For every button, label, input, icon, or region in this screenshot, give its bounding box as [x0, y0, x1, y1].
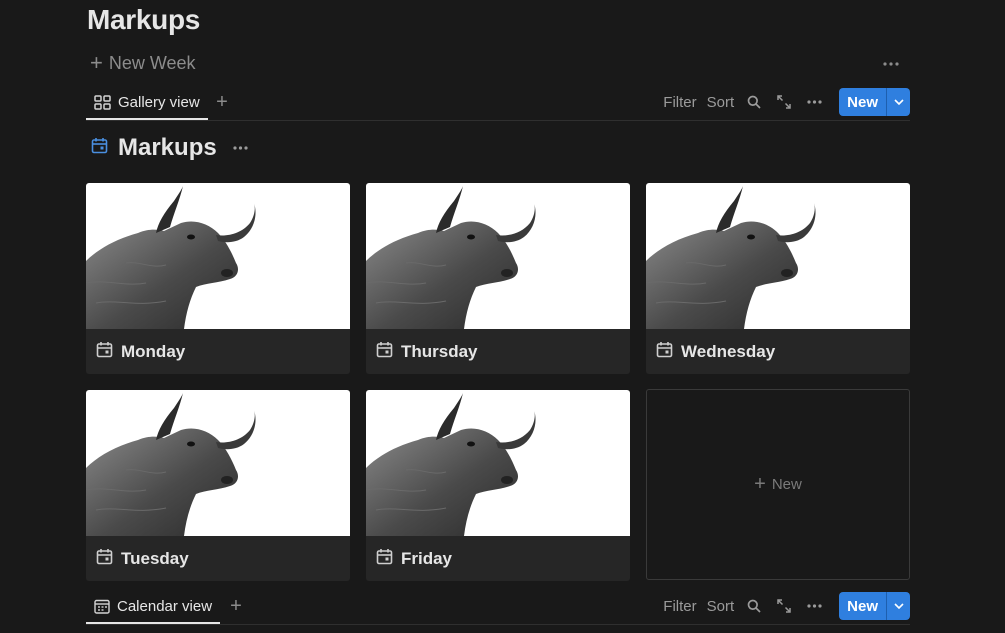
chevron-down-icon[interactable]	[886, 88, 910, 116]
card-title: Friday	[366, 536, 630, 581]
new-week-button[interactable]: + New Week	[90, 52, 196, 74]
add-view-icon[interactable]: +	[226, 596, 246, 616]
new-card-label: New	[771, 476, 802, 493]
card-label: Friday	[401, 548, 453, 568]
gallery-card[interactable]: Wednesday	[646, 183, 910, 374]
view-bar-calendar: Calendar view + Filter Sort New	[86, 590, 910, 625]
card-label: Monday	[121, 341, 186, 361]
view-toolbar: Filter Sort New	[658, 592, 910, 620]
gallery-card[interactable]: Monday	[86, 183, 350, 374]
gallery-icon	[94, 94, 111, 110]
more-icon[interactable]	[799, 88, 829, 116]
tab-label: Calendar view	[117, 597, 213, 615]
calendar-view-icon	[94, 599, 110, 614]
database-title[interactable]: Markups	[118, 134, 217, 162]
card-title: Wednesday	[646, 329, 910, 374]
card-label: Tuesday	[121, 548, 189, 568]
search-icon[interactable]	[739, 88, 769, 116]
plus-icon: +	[90, 50, 103, 75]
more-icon[interactable]	[799, 592, 829, 620]
database-header: Markups	[91, 132, 248, 164]
tab-calendar-view[interactable]: Calendar view	[86, 590, 221, 624]
expand-icon[interactable]	[769, 592, 799, 620]
card-label: Thursday	[401, 341, 478, 361]
view-toolbar: Filter Sort New	[658, 88, 910, 116]
filter-button[interactable]: Filter	[658, 94, 701, 111]
new-button[interactable]: New	[839, 592, 910, 620]
tab-gallery-view[interactable]: Gallery view	[86, 86, 208, 120]
card-title: Tuesday	[86, 536, 350, 581]
filter-button[interactable]: Filter	[658, 598, 701, 615]
new-button[interactable]: New	[839, 88, 910, 116]
view-bar-gallery: Gallery view + Filter Sort New	[86, 86, 910, 121]
new-button-label[interactable]: New	[839, 592, 886, 620]
gallery-card[interactable]: Tuesday	[86, 390, 350, 581]
search-icon[interactable]	[739, 592, 769, 620]
calendar-icon	[91, 137, 108, 159]
calendar-icon	[376, 548, 393, 570]
card-label: Wednesday	[681, 341, 776, 361]
new-button-label[interactable]: New	[839, 88, 886, 116]
new-week-label: New Week	[108, 52, 196, 73]
calendar-icon	[376, 341, 393, 363]
page-title: Markups	[87, 4, 201, 35]
more-options-icon[interactable]	[880, 54, 902, 74]
card-cover-image	[646, 183, 910, 329]
card-cover-image	[366, 390, 630, 536]
add-view-icon[interactable]: +	[212, 92, 232, 112]
card-title: Thursday	[366, 329, 630, 374]
sort-button[interactable]: Sort	[702, 598, 740, 615]
gallery-card[interactable]: Thursday	[366, 183, 630, 374]
expand-icon[interactable]	[769, 88, 799, 116]
card-cover-image	[86, 390, 350, 536]
new-card-button[interactable]: + New	[646, 389, 910, 580]
more-icon[interactable]	[233, 146, 248, 150]
card-title: Monday	[86, 329, 350, 374]
plus-icon: +	[754, 473, 766, 495]
calendar-icon	[96, 548, 113, 570]
chevron-down-icon[interactable]	[886, 592, 910, 620]
card-cover-image	[86, 183, 350, 329]
gallery-card[interactable]: Friday	[366, 390, 630, 581]
calendar-icon	[656, 341, 673, 363]
calendar-icon	[96, 341, 113, 363]
sort-button[interactable]: Sort	[702, 94, 740, 111]
tab-label: Gallery view	[118, 93, 200, 111]
card-cover-image	[366, 183, 630, 329]
